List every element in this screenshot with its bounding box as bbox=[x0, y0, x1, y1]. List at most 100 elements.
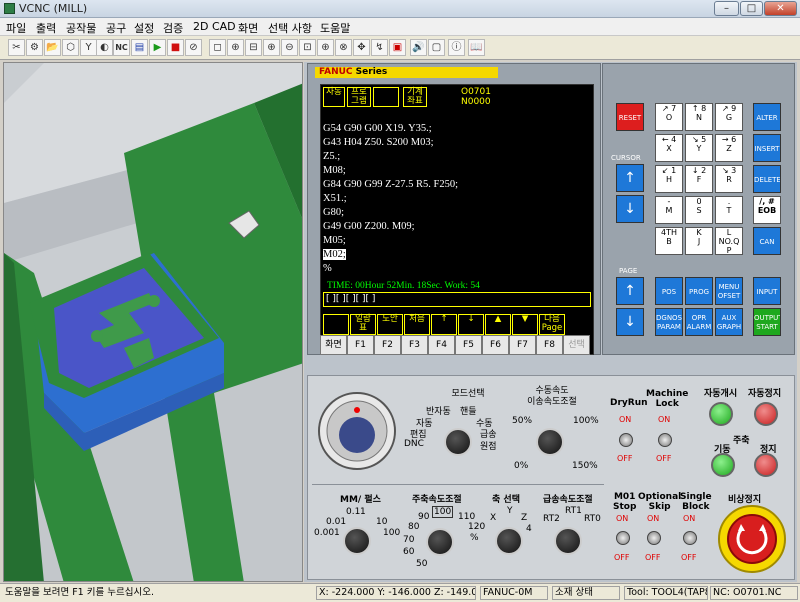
insert-button[interactable]: INSERT bbox=[753, 134, 781, 162]
fkey-f8[interactable]: F8 bbox=[536, 335, 563, 355]
fkey-select[interactable]: 선택 bbox=[563, 335, 590, 355]
info-icon[interactable]: ⓘ bbox=[448, 39, 465, 56]
workpiece-icon[interactable]: ⬡ bbox=[62, 39, 79, 56]
zoom-out-icon[interactable]: ⊖ bbox=[281, 39, 298, 56]
machine-lock-toggle[interactable] bbox=[658, 433, 672, 447]
spindle-start-button[interactable] bbox=[711, 453, 735, 477]
page-down-button[interactable]: ↓ bbox=[616, 308, 644, 336]
close-button[interactable]: ✕ bbox=[764, 1, 797, 16]
opr-alarm-button[interactable]: OPR ALARM bbox=[685, 308, 713, 336]
key-1-h[interactable]: ↙ 1 H bbox=[655, 165, 683, 193]
cursor-up-button[interactable]: ↑ bbox=[616, 164, 644, 192]
key-5-y[interactable]: ↘ 5 Y bbox=[685, 134, 713, 162]
aux-graph-button[interactable]: AUX GRAPH bbox=[715, 308, 743, 336]
prog-button[interactable]: PROG bbox=[685, 277, 713, 305]
key-dot-t[interactable]: . T bbox=[715, 196, 743, 224]
page-up-button[interactable]: ↑ bbox=[616, 277, 644, 305]
frame-icon[interactable]: ◻ bbox=[209, 39, 226, 56]
nc-icon[interactable]: NC bbox=[113, 39, 130, 56]
key-0-s[interactable]: 0 S bbox=[685, 196, 713, 224]
mm-pulse-knob[interactable] bbox=[343, 527, 371, 555]
zoom-fit-icon[interactable]: ⊡ bbox=[299, 39, 316, 56]
pos-button[interactable]: POS bbox=[655, 277, 683, 305]
menu-tool[interactable]: 공구 bbox=[106, 20, 126, 36]
menu-output[interactable]: 출력 bbox=[36, 20, 56, 36]
eob-button[interactable]: /, # EOB bbox=[753, 196, 781, 224]
key-minus-m[interactable]: - M bbox=[655, 196, 683, 224]
menu-file[interactable]: 파일 bbox=[6, 20, 26, 36]
reset-button[interactable]: RESET bbox=[616, 103, 644, 131]
menu-help[interactable]: 도움말 bbox=[320, 20, 350, 36]
sound-icon[interactable]: 🔊 bbox=[410, 39, 427, 56]
m01-stop-toggle[interactable] bbox=[616, 531, 630, 545]
zoom-plus-icon[interactable]: ⊕ bbox=[263, 39, 280, 56]
eraser-icon[interactable]: ⊘ bbox=[185, 39, 202, 56]
feed-override-knob[interactable] bbox=[536, 428, 564, 456]
delete-button[interactable]: DELETE bbox=[753, 165, 781, 193]
play-icon[interactable]: ▶ bbox=[149, 39, 166, 56]
spindle-override-knob[interactable] bbox=[426, 528, 454, 556]
key-3-r[interactable]: ↘ 3 R bbox=[715, 165, 743, 193]
key-l-p[interactable]: L NO.Q P bbox=[715, 227, 743, 255]
minimize-button[interactable]: – bbox=[714, 1, 739, 16]
emergency-stop-button[interactable] bbox=[717, 504, 787, 574]
fkey-f7[interactable]: F7 bbox=[509, 335, 536, 355]
zoom-in-icon[interactable]: ⊕ bbox=[227, 39, 244, 56]
key-8-n[interactable]: ↑ 8 N bbox=[685, 103, 713, 131]
chart-icon[interactable]: ▤ bbox=[131, 39, 148, 56]
fkey-f2[interactable]: F2 bbox=[374, 335, 401, 355]
zoom-all-icon[interactable]: ⊕ bbox=[317, 39, 334, 56]
fkey-f3[interactable]: F3 bbox=[401, 335, 428, 355]
page-icon[interactable]: ▢ bbox=[428, 39, 445, 56]
menu-view[interactable]: 화면 bbox=[238, 20, 258, 36]
pan-icon[interactable]: ✥ bbox=[353, 39, 370, 56]
fkey-f6[interactable]: F6 bbox=[482, 335, 509, 355]
handwheel[interactable] bbox=[316, 390, 398, 472]
menu-settings[interactable]: 설정 bbox=[134, 20, 154, 36]
cycle-stop-button[interactable] bbox=[754, 402, 778, 426]
key-9-g[interactable]: ↗ 9 G bbox=[715, 103, 743, 131]
key-4th-b[interactable]: 4TH B bbox=[655, 227, 683, 255]
stop-icon[interactable]: ■ bbox=[167, 39, 184, 56]
setup-icon[interactable]: ⚙ bbox=[26, 39, 43, 56]
cycle-start-button[interactable] bbox=[709, 402, 733, 426]
fkey-screen[interactable]: 화면 bbox=[320, 335, 347, 355]
fkey-f4[interactable]: F4 bbox=[428, 335, 455, 355]
optional-skip-toggle[interactable] bbox=[647, 531, 661, 545]
dryrun-toggle[interactable] bbox=[619, 433, 633, 447]
rapid-override-knob[interactable] bbox=[554, 527, 582, 555]
cut-icon[interactable]: ✂ bbox=[8, 39, 25, 56]
palette-icon[interactable]: ▣ bbox=[389, 39, 406, 56]
maximize-button[interactable]: □ bbox=[740, 1, 763, 16]
can-button[interactable]: CAN bbox=[753, 227, 781, 255]
key-7-o[interactable]: ↗ 7 O bbox=[655, 103, 683, 131]
fkey-f1[interactable]: F1 bbox=[347, 335, 374, 355]
input-button[interactable]: INPUT bbox=[753, 277, 781, 305]
key-4-x[interactable]: ← 4 X bbox=[655, 134, 683, 162]
axis-select-knob[interactable] bbox=[495, 527, 523, 555]
sphere-icon[interactable]: ◐ bbox=[96, 39, 113, 56]
tool-icon[interactable]: Y bbox=[80, 39, 97, 56]
spindle-stop-button[interactable] bbox=[754, 453, 778, 477]
fkey-f5[interactable]: F5 bbox=[455, 335, 482, 355]
menu-workpiece[interactable]: 공작물 bbox=[66, 20, 96, 36]
axis-icon[interactable]: ↯ bbox=[371, 39, 388, 56]
book-icon[interactable]: 📖 bbox=[468, 39, 485, 56]
zoom-window-icon[interactable]: ⊟ bbox=[245, 39, 262, 56]
cursor-down-button[interactable]: ↓ bbox=[616, 195, 644, 223]
open-icon[interactable]: 📂 bbox=[44, 39, 61, 56]
alter-button[interactable]: ALTER bbox=[753, 103, 781, 131]
menu-verify[interactable]: 검증 bbox=[163, 20, 183, 36]
dgnos-param-button[interactable]: DGNOS PARAM bbox=[655, 308, 683, 336]
key-2-f[interactable]: ↓ 2 F bbox=[685, 165, 713, 193]
3d-viewport[interactable] bbox=[3, 62, 303, 582]
single-block-toggle[interactable] bbox=[683, 531, 697, 545]
menu-2dcad[interactable]: 2D CAD bbox=[193, 20, 236, 33]
output-start-button[interactable]: OUTPUT START bbox=[753, 308, 781, 336]
menu-offset-button[interactable]: MENU OFSET bbox=[715, 277, 743, 305]
menu-options[interactable]: 선택 사항 bbox=[268, 20, 312, 36]
key-6-z[interactable]: → 6 Z bbox=[715, 134, 743, 162]
key-k-j[interactable]: K J bbox=[685, 227, 713, 255]
rotate-icon[interactable]: ⊗ bbox=[335, 39, 352, 56]
mode-select-knob[interactable] bbox=[444, 428, 472, 456]
